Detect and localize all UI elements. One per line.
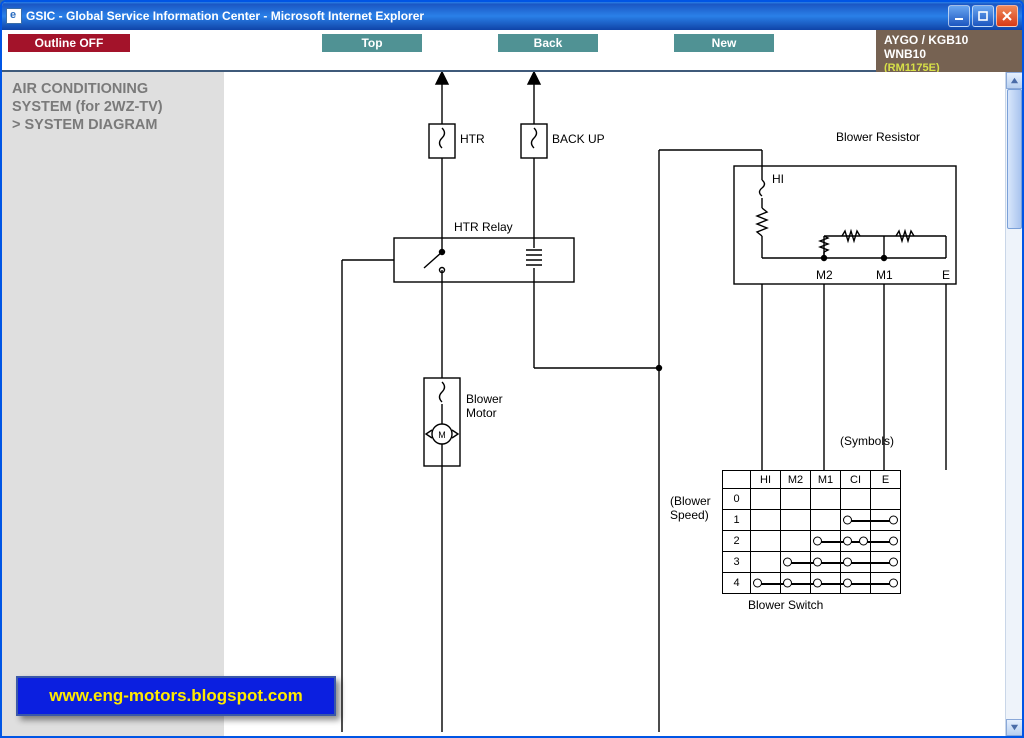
- blower-switch-table: HI M2 M1 CI E 0 1 2: [722, 470, 901, 594]
- wiring-diagram: M: [224, 72, 1005, 736]
- close-button[interactable]: [996, 5, 1018, 27]
- vertical-scrollbar[interactable]: [1005, 72, 1022, 736]
- row-4: 4: [723, 573, 751, 594]
- label-blower-speed: (Blower Speed): [670, 494, 711, 522]
- vehicle-line2: WNB10: [884, 48, 1014, 62]
- window-title: GSIC - Global Service Information Center…: [26, 9, 948, 23]
- row-2: 2: [723, 531, 751, 552]
- nav-new-button[interactable]: New: [674, 34, 774, 52]
- minimize-button[interactable]: [948, 5, 970, 27]
- label-htr-relay: HTR Relay: [454, 220, 513, 234]
- nav-back-button[interactable]: Back: [498, 34, 598, 52]
- col-hi: HI: [751, 471, 781, 489]
- label-htr: HTR: [460, 132, 485, 146]
- heading-line1: AIR CONDITIONING: [12, 80, 214, 98]
- scroll-up-button[interactable]: [1006, 72, 1022, 89]
- svg-text:M: M: [438, 430, 446, 440]
- titlebar: GSIC - Global Service Information Center…: [2, 2, 1022, 30]
- maximize-button[interactable]: [972, 5, 994, 27]
- row-3: 3: [723, 552, 751, 573]
- vehicle-line1: AYGO / KGB10: [884, 34, 1014, 48]
- label-blower-resistor: Blower Resistor: [836, 130, 920, 144]
- toolbar: Outline OFF Top Back New AYGO / KGB10 WN…: [2, 30, 1022, 72]
- vehicle-tag: AYGO / KGB10 WNB10 (RM1175E): [876, 30, 1022, 72]
- row-1: 1: [723, 510, 751, 531]
- label-hi: HI: [772, 172, 784, 186]
- scroll-down-button[interactable]: [1006, 719, 1022, 736]
- label-blower-switch: Blower Switch: [748, 598, 823, 612]
- col-ci: CI: [841, 471, 871, 489]
- col-m2: M2: [781, 471, 811, 489]
- label-symbols: (Symbols): [840, 434, 894, 448]
- scroll-thumb[interactable]: [1007, 89, 1022, 229]
- diagram-svg: M: [224, 72, 1004, 732]
- row-0: 0: [723, 489, 751, 510]
- heading-line2: SYSTEM (for 2WZ-TV): [12, 98, 214, 116]
- label-blower-motor: Blower Motor: [466, 392, 503, 420]
- label-e: E: [942, 268, 950, 282]
- label-m2: M2: [816, 268, 833, 282]
- label-backup: BACK UP: [552, 132, 605, 146]
- watermark-text: www.eng-motors.blogspot.com: [49, 686, 302, 706]
- outline-toggle-button[interactable]: Outline OFF: [8, 34, 130, 52]
- heading-line3: > SYSTEM DIAGRAM: [12, 116, 214, 134]
- ie-app-icon: [6, 8, 22, 24]
- left-heading-pane: AIR CONDITIONING SYSTEM (for 2WZ-TV) > S…: [2, 72, 224, 736]
- nav-top-button[interactable]: Top: [322, 34, 422, 52]
- col-m1: M1: [811, 471, 841, 489]
- label-m1: M1: [876, 268, 893, 282]
- col-e: E: [871, 471, 901, 489]
- watermark-banner: www.eng-motors.blogspot.com: [16, 676, 336, 716]
